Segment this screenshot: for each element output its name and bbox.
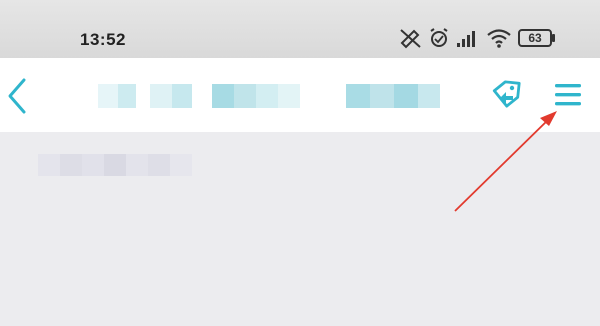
content-area	[0, 132, 600, 326]
status-bar: 13:52 63	[0, 0, 600, 58]
hamburger-menu-icon	[555, 84, 581, 106]
battery-level: 63	[528, 31, 542, 45]
signal-icon	[457, 31, 475, 47]
alarm-icon	[430, 28, 448, 47]
data-saver-icon	[400, 29, 421, 49]
status-time: 13:52	[80, 30, 126, 49]
hamburger-menu-button[interactable]	[553, 80, 583, 110]
back-button[interactable]	[6, 76, 30, 116]
tag-swap-button[interactable]	[488, 78, 526, 114]
battery-icon: 63	[518, 29, 556, 47]
obscured-content	[38, 154, 208, 176]
page-title-obscured	[98, 84, 458, 108]
chevron-left-icon	[8, 78, 26, 114]
phone-screen: 13:52 63	[0, 0, 600, 326]
app-header	[0, 58, 600, 132]
tag-swap-icon	[492, 80, 521, 108]
wifi-icon	[487, 29, 511, 48]
